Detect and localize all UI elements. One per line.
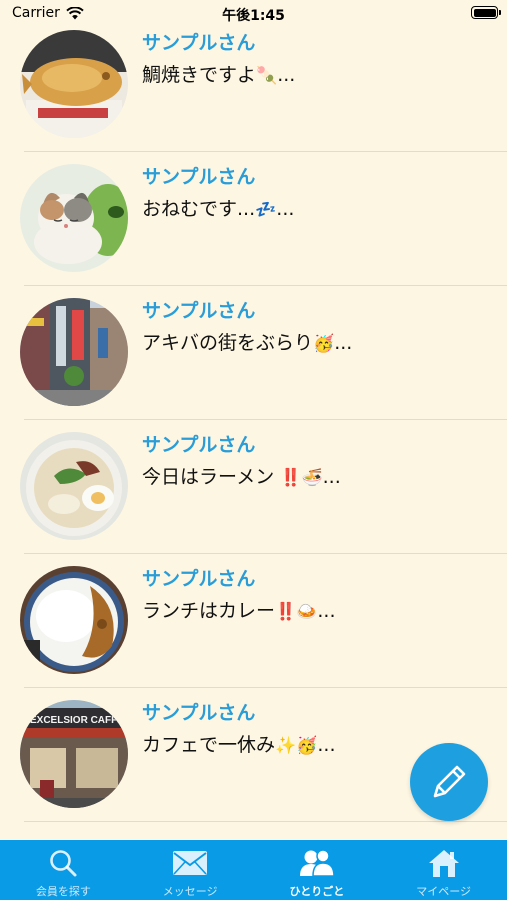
post-author[interactable]: サンプルさん — [142, 430, 255, 457]
post-avatar[interactable] — [20, 432, 128, 540]
post-author[interactable]: サンプルさん — [142, 698, 255, 725]
avatar-cat-photo — [20, 164, 128, 272]
tab-label: ひとりごと — [289, 885, 345, 898]
post-text: カフェで一休み✨🥳... — [142, 734, 336, 756]
avatar-cafe-photo: EXCELSIOR CAFFE — [20, 700, 128, 808]
battery-icon — [471, 6, 501, 19]
tab-label: メッセージ — [162, 885, 218, 898]
avatar-taiyaki-photo — [20, 30, 128, 138]
post-emoji: ‼️🍜 — [280, 468, 323, 488]
avatar-akiba-photo — [20, 298, 128, 406]
post-avatar[interactable] — [20, 298, 128, 406]
post-avatar[interactable] — [20, 30, 128, 138]
post-text: 鯛焼きですよ🍡... — [142, 64, 296, 86]
post-avatar[interactable] — [20, 566, 128, 674]
avatar-ramen-photo — [20, 432, 128, 540]
post-item[interactable]: サンプルさん 鯛焼きですよ🍡... — [0, 26, 507, 152]
post-text: 今日はラーメン ‼️🍜... — [142, 466, 341, 488]
tab-search-members[interactable]: 会員を探す — [0, 840, 127, 900]
post-item[interactable]: サンプルさん アキバの街をぶらり🥳... — [0, 286, 507, 420]
post-author[interactable]: サンプルさん — [142, 296, 255, 323]
tab-monologue[interactable]: ひとりごと — [254, 840, 381, 900]
compose-button[interactable] — [410, 743, 488, 821]
post-text: ランチはカレー‼️🍛... — [142, 600, 336, 622]
tab-label: マイページ — [416, 885, 472, 898]
post-emoji: 💤 — [255, 200, 277, 220]
avatar-curry-photo — [20, 566, 128, 674]
pencil-icon — [433, 765, 466, 798]
post-item[interactable]: サンプルさん ランチはカレー‼️🍛... — [0, 554, 507, 688]
post-emoji: ‼️🍛 — [275, 602, 318, 622]
post-text: アキバの街をぶらり🥳... — [142, 332, 353, 354]
screen: Carrier 午後1:45 サンプルさん 鯛焼きですよ🍡... サンプルさん … — [0, 0, 507, 900]
post-feed[interactable]: サンプルさん 鯛焼きですよ🍡... サンプルさん おねむです...💤... サン… — [0, 26, 507, 840]
tab-label: 会員を探す — [35, 885, 91, 898]
post-emoji: 🥳 — [313, 334, 335, 354]
post-author[interactable]: サンプルさん — [142, 162, 255, 189]
post-text: おねむです...💤... — [142, 198, 295, 220]
post-item[interactable]: サンプルさん おねむです...💤... — [0, 152, 507, 286]
post-avatar[interactable]: EXCELSIOR CAFFE — [20, 700, 128, 808]
people-icon — [299, 849, 335, 877]
envelope-icon — [173, 851, 208, 875]
post-author[interactable]: サンプルさん — [142, 564, 255, 591]
status-bar: Carrier 午後1:45 — [0, 0, 507, 28]
post-emoji: 🍡 — [256, 66, 278, 86]
tab-my-page[interactable]: マイページ — [380, 840, 507, 900]
search-icon — [50, 850, 77, 877]
divider — [24, 821, 507, 822]
tab-bar: 会員を探す メッセージ ひとりごと マイページ — [0, 840, 507, 900]
post-author[interactable]: サンプルさん — [142, 28, 255, 55]
post-emoji: ✨🥳 — [275, 736, 318, 756]
post-item[interactable]: サンプルさん 今日はラーメン ‼️🍜... — [0, 420, 507, 554]
cafe-sign-text: EXCELSIOR CAFFE — [30, 715, 124, 726]
home-icon — [428, 850, 459, 877]
tab-messages[interactable]: メッセージ — [127, 840, 254, 900]
post-avatar[interactable] — [20, 164, 128, 272]
clock: 午後1:45 — [222, 8, 285, 24]
